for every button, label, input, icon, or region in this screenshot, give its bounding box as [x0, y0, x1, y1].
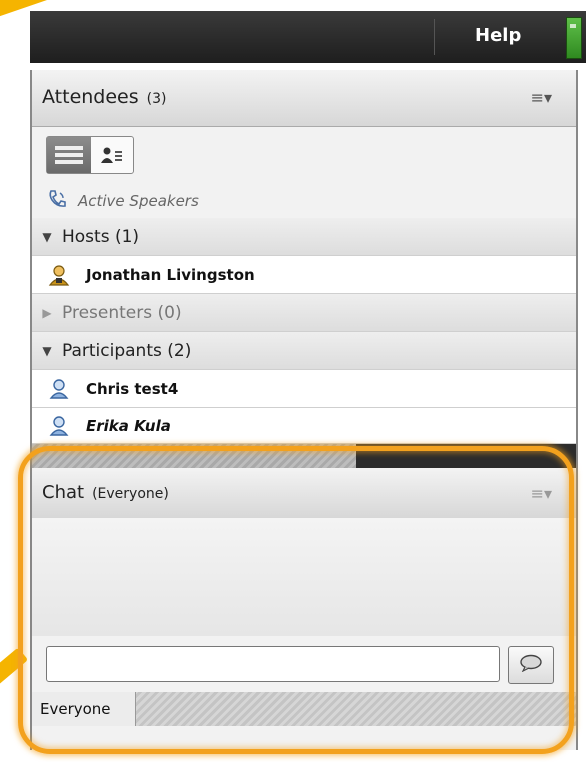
pod-divider: [356, 444, 576, 468]
attendees-title: Attendees: [42, 86, 139, 108]
group-hosts[interactable]: ▼ Hosts (1): [32, 218, 576, 256]
attendee-name: Chris test4: [86, 379, 179, 398]
expand-triangle-icon[interactable]: ▼: [32, 230, 62, 244]
user-detail-icon[interactable]: [91, 137, 133, 173]
attendees-count: (3): [146, 91, 167, 107]
attendee-row-host[interactable]: Jonathan Livingston: [32, 256, 576, 294]
annotation-arrow-lower: [0, 647, 29, 699]
menu-separator: [434, 19, 435, 55]
attendee-name: Jonathan Livingston: [86, 265, 255, 284]
group-label-hosts: Hosts (1): [62, 226, 140, 247]
view-toggle: [46, 136, 134, 174]
attendee-row-participant[interactable]: Chris test4: [32, 370, 576, 408]
active-speakers-row[interactable]: Active Speakers: [32, 184, 576, 218]
active-speakers-label: Active Speakers: [78, 192, 199, 210]
group-presenters[interactable]: ▶ Presenters (0): [32, 294, 576, 332]
side-panel: Attendees (3) ≡▾ Active Speakers ▼ Hosts…: [30, 70, 578, 750]
menu-lines-icon[interactable]: ≡▾: [531, 88, 552, 107]
attendee-name: Erika Kula: [86, 416, 171, 435]
chat-title: Chat: [42, 482, 85, 503]
help-menu[interactable]: Help: [475, 25, 521, 46]
pod-resize-handle[interactable]: [32, 444, 356, 468]
chat-input[interactable]: [46, 646, 500, 682]
send-button[interactable]: [508, 646, 554, 684]
list-view-icon[interactable]: [47, 137, 91, 173]
attendee-row-participant[interactable]: Erika Kula: [32, 408, 576, 444]
connection-status-icon: [566, 17, 582, 59]
top-menu-bar: Help: [30, 11, 586, 63]
attendees-pod-header: Attendees (3) ≡▾: [32, 70, 576, 127]
participant-user-icon: [32, 415, 86, 437]
collapse-triangle-icon[interactable]: ▶: [32, 306, 62, 320]
chat-scope: (Everyone): [92, 486, 169, 502]
chat-pod-header: Chat (Everyone) ≡▾: [32, 468, 576, 519]
expand-triangle-icon[interactable]: ▼: [32, 344, 62, 358]
participant-user-icon: [32, 378, 86, 400]
chat-message-area: [32, 518, 576, 636]
host-user-icon: [32, 264, 86, 286]
menu-lines-icon[interactable]: ≡▾: [531, 484, 552, 503]
group-label-presenters: Presenters (0): [62, 302, 182, 323]
speech-bubble-icon: [519, 654, 543, 676]
group-label-participants: Participants (2): [62, 340, 192, 361]
group-participants[interactable]: ▼ Participants (2): [32, 332, 576, 370]
phone-speaker-icon: [46, 188, 68, 214]
chat-tab-everyone[interactable]: Everyone: [32, 692, 136, 726]
